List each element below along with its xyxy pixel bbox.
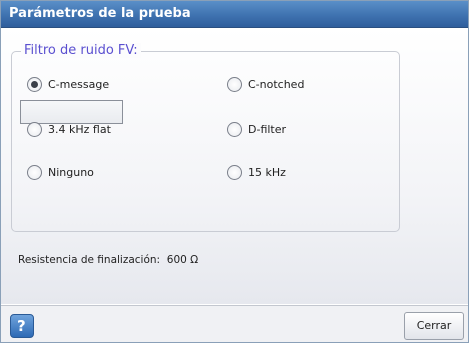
- radio-label: 3.4 kHz flat: [48, 123, 111, 136]
- radio-button-checked[interactable]: [27, 77, 42, 92]
- radio-label: 15 kHz: [248, 166, 286, 179]
- dialog-footer: [1, 305, 468, 342]
- title-bar: Parámetros de la prueba: [1, 1, 468, 28]
- radio-option-c-notched[interactable]: C-notched: [227, 77, 304, 92]
- radio-button[interactable]: [27, 165, 42, 180]
- radio-button[interactable]: [227, 77, 242, 92]
- content-panel: Filtro de ruido FV: C-message C-notched …: [1, 28, 468, 304]
- selected-option-highlight: [20, 100, 123, 124]
- radio-label: C-message: [48, 78, 110, 91]
- radio-option-15-khz[interactable]: 15 kHz: [227, 165, 286, 180]
- dialog-title: Parámetros de la prueba: [9, 6, 191, 21]
- termination-value: 600 Ω: [166, 254, 199, 266]
- termination-resistance: Resistencia de finalización: 600 Ω: [18, 254, 198, 266]
- question-circle-icon[interactable]: ?: [10, 314, 34, 338]
- radio-label: D-filter: [248, 123, 287, 136]
- radio-label: Ninguno: [48, 166, 94, 179]
- radio-option-c-message[interactable]: C-message: [27, 77, 109, 92]
- radio-button[interactable]: [227, 165, 242, 180]
- radio-label: C-notched: [248, 78, 305, 91]
- close-button[interactable]: Cerrar: [404, 312, 464, 340]
- test-parameters-dialog: Parámetros de la prueba Filtro de ruido …: [0, 0, 469, 343]
- termination-label: Resistencia de finalización:: [18, 254, 161, 266]
- radio-option-d-filter[interactable]: D-filter: [227, 122, 286, 137]
- radio-button[interactable]: [27, 122, 42, 137]
- radio-option-3-4-khz-flat[interactable]: 3.4 kHz flat: [27, 122, 111, 137]
- radio-option-ninguno[interactable]: Ninguno: [27, 165, 94, 180]
- radio-button[interactable]: [227, 122, 242, 137]
- noise-filter-group-title: Filtro de ruido FV:: [21, 43, 141, 58]
